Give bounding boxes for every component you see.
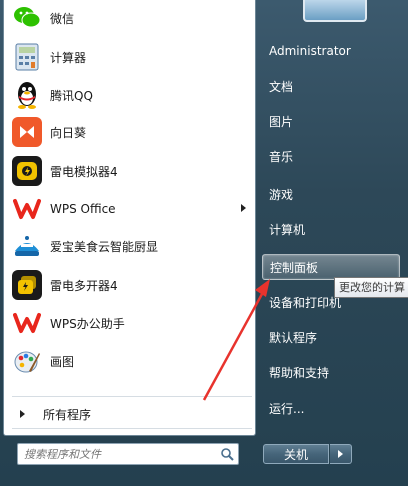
- shutdown-options-button[interactable]: [330, 444, 352, 464]
- program-label: WPS Office: [50, 202, 116, 216]
- program-label: 雷电模拟器4: [50, 164, 118, 179]
- program-item-leidian-multi[interactable]: 雷电多开器4: [9, 267, 252, 303]
- right-item-label: 帮助和支持: [269, 365, 330, 380]
- program-item-qq[interactable]: 腾讯QQ: [9, 77, 252, 113]
- program-label: 腾讯QQ: [50, 88, 93, 103]
- right-item-documents[interactable]: 文档: [262, 73, 400, 99]
- right-item-label: 运行...: [269, 401, 305, 416]
- program-label: 微信: [50, 11, 75, 26]
- right-item-music[interactable]: 音乐: [262, 143, 400, 169]
- wps-assistant-icon: [12, 308, 42, 338]
- right-item-pictures[interactable]: 图片: [262, 108, 400, 134]
- right-item-user[interactable]: Administrator: [262, 38, 400, 64]
- right-item-default-programs[interactable]: 默认程序: [262, 324, 400, 350]
- all-programs-button[interactable]: 所有程序: [12, 402, 252, 426]
- program-label: WPS办公助手: [50, 316, 125, 331]
- program-item-wps-office[interactable]: WPS Office: [9, 191, 252, 227]
- right-arrow-icon: [20, 410, 25, 418]
- program-label: 向日葵: [50, 125, 87, 140]
- wechat-icon: [12, 3, 42, 33]
- program-item-wps-assistant[interactable]: WPS办公助手: [9, 305, 252, 341]
- sunflower-icon: [12, 117, 42, 147]
- search-box[interactable]: [17, 443, 239, 465]
- leidian-emulator-icon: [12, 156, 42, 186]
- right-item-label: 游戏: [269, 187, 294, 202]
- tooltip: 更改您的计算: [334, 277, 408, 298]
- shutdown-button[interactable]: 关机: [263, 444, 329, 464]
- program-label: 计算器: [50, 50, 87, 65]
- search-icon[interactable]: [220, 447, 234, 461]
- qq-penguin-icon: [12, 80, 42, 110]
- right-item-label: 默认程序: [269, 330, 318, 345]
- program-item-calculator[interactable]: 计算器: [9, 39, 252, 75]
- user-name-label: Administrator: [269, 44, 351, 58]
- right-item-label: 设备和打印机: [269, 295, 342, 310]
- wps-icon: [12, 194, 42, 224]
- program-item-wechat[interactable]: 微信: [9, 0, 252, 36]
- right-item-run[interactable]: 运行...: [262, 395, 400, 421]
- separator: [12, 428, 252, 429]
- separator: [12, 396, 252, 397]
- program-panel: 微信 计算器 腾讯QQ 向日葵 雷电模拟器4 WPS Office 爱宝美食云智…: [3, 0, 256, 436]
- start-menu: 微信 计算器 腾讯QQ 向日葵 雷电模拟器4 WPS Office 爱宝美食云智…: [0, 0, 408, 486]
- all-programs-label: 所有程序: [43, 407, 92, 422]
- right-item-label: 控制面板: [270, 260, 319, 275]
- right-item-games[interactable]: 游戏: [262, 181, 400, 207]
- right-item-computer[interactable]: 计算机: [262, 216, 400, 242]
- program-item-leidian-emulator[interactable]: 雷电模拟器4: [9, 153, 252, 189]
- right-item-label: 计算机: [269, 222, 306, 237]
- program-label: 雷电多开器4: [50, 278, 118, 293]
- paint-icon: [12, 346, 42, 376]
- right-item-label: 图片: [269, 114, 294, 129]
- right-item-label: 音乐: [269, 149, 294, 164]
- program-item-paint[interactable]: 画图: [9, 343, 252, 379]
- shutdown-label: 关机: [283, 447, 308, 462]
- right-arrow-icon: [338, 450, 343, 458]
- program-label: 爱宝美食云智能厨显: [50, 239, 159, 254]
- search-input[interactable]: [18, 445, 208, 463]
- program-label: 画图: [50, 354, 75, 369]
- program-item-aibao[interactable]: 爱宝美食云智能厨显: [9, 228, 252, 264]
- leidian-multi-icon: [12, 270, 42, 300]
- program-item-sunflower[interactable]: 向日葵: [9, 114, 252, 150]
- right-item-label: 文档: [269, 79, 294, 94]
- aibao-icon: [12, 231, 42, 261]
- submenu-arrow-icon[interactable]: [241, 204, 246, 212]
- user-picture[interactable]: [303, 0, 367, 22]
- right-item-help-support[interactable]: 帮助和支持: [262, 359, 400, 385]
- calculator-icon: [12, 42, 42, 72]
